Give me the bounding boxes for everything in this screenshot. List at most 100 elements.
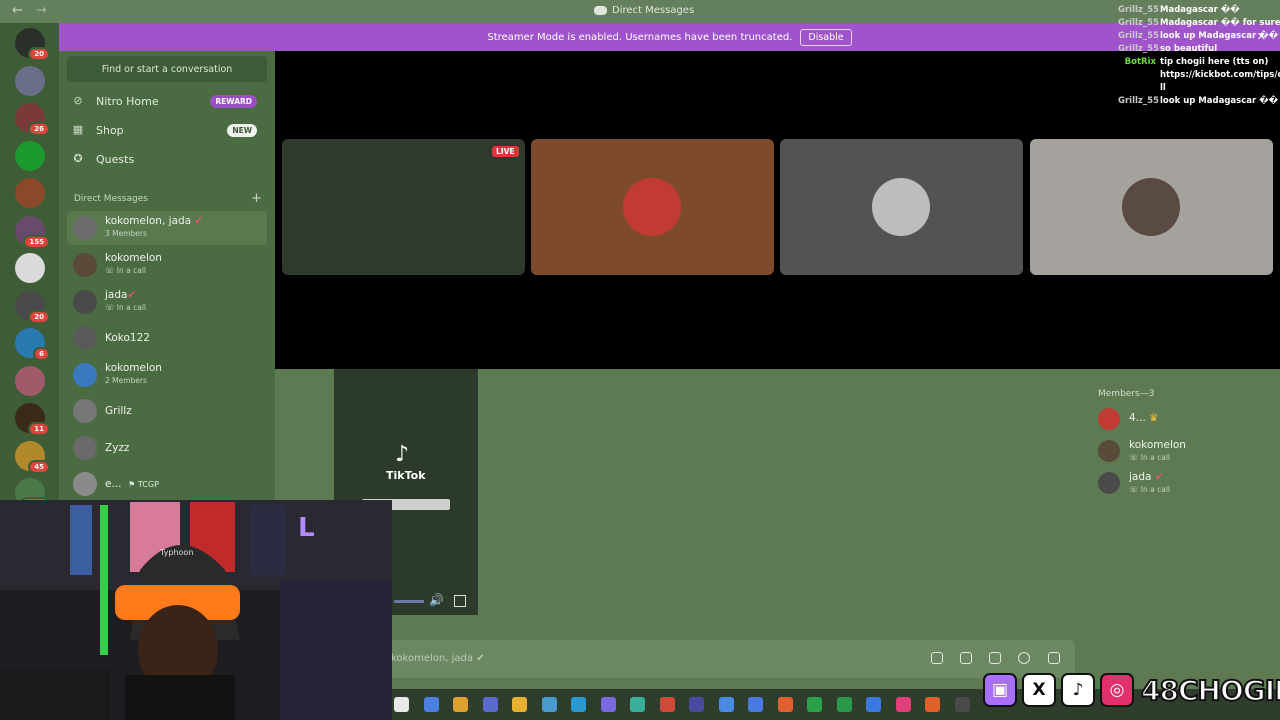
discord-home-icon[interactable]: 20	[15, 28, 50, 61]
taskbar-app-icon[interactable]	[482, 697, 498, 712]
taskbar-app-icon[interactable]	[689, 697, 704, 712]
chat-message: Grillz_55 so beautiful	[1118, 43, 1280, 56]
taskbar-app-icon[interactable]	[925, 697, 940, 712]
search-input[interactable]: Find or start a conversation	[67, 56, 267, 82]
taskbar-app-icon[interactable]	[453, 697, 468, 712]
dm-subtitle: 2 Members	[105, 376, 147, 385]
server-icon[interactable]: 6	[15, 328, 50, 361]
taskbar-app-icon[interactable]	[748, 697, 763, 712]
member-item[interactable]: kokomelon ☏ In a call	[1096, 437, 1256, 465]
gift-icon[interactable]	[931, 652, 943, 664]
dm-section-header: Direct Messages	[74, 194, 148, 204]
taskbar-app-icon[interactable]	[895, 697, 911, 712]
window-title-text: Direct Messages	[612, 5, 695, 16]
taskbar-app-icon[interactable]	[836, 697, 852, 712]
taskbar-app-icon[interactable]	[630, 697, 645, 712]
video-tile[interactable]	[282, 139, 525, 275]
sidebar-item-quests[interactable]: ✪ Quests	[71, 146, 261, 172]
avatar	[73, 290, 97, 314]
taskbar-app-icon[interactable]	[777, 697, 793, 712]
taskbar-app-icon[interactable]	[394, 697, 409, 712]
sticker-icon[interactable]	[989, 652, 1001, 664]
member-name: jada ✔	[1129, 471, 1164, 483]
dm-name: kokomelon	[105, 252, 162, 264]
dm-name: kokomelon	[105, 362, 162, 374]
discord-icon	[594, 6, 607, 15]
sidebar-item-label: Quests	[96, 152, 135, 166]
avatar	[73, 216, 97, 240]
new-badge: NEW	[227, 124, 257, 137]
back-arrow-icon[interactable]: ←	[12, 3, 23, 18]
avatar	[623, 178, 681, 236]
taskbar-app-icon[interactable]	[954, 697, 970, 712]
dm-item[interactable]: kokomelon ☏ In a call	[67, 248, 267, 282]
server-icon[interactable]	[15, 65, 45, 96]
fullscreen-icon[interactable]	[454, 595, 466, 607]
speaker-icon[interactable]: 🔊	[429, 593, 444, 607]
taskbar-app-icon[interactable]	[423, 697, 439, 712]
avatar	[1122, 178, 1180, 236]
dm-item[interactable]: kokomelon, jada ✔ 3 Members	[67, 211, 267, 245]
x-icon: X	[1022, 673, 1056, 707]
server-icon[interactable]: 45	[15, 440, 50, 474]
dm-item[interactable]: jada✔ ☏ In a call	[67, 285, 267, 319]
server-icon[interactable]	[15, 253, 45, 283]
create-dm-plus-icon[interactable]: +	[251, 191, 262, 206]
server-icon[interactable]	[15, 365, 45, 396]
message-placeholder: kokomelon, jada ✔	[391, 653, 485, 664]
dm-name: Grillz	[105, 405, 132, 417]
title-bar: ← → Direct Messages	[0, 0, 1280, 23]
notification-badge: 155	[23, 234, 50, 249]
notification-badge: 11	[28, 422, 50, 436]
chat-text: tip chogii here (tts on)	[1160, 57, 1269, 67]
dm-item[interactable]: kokomelon 2 Members	[67, 358, 267, 392]
server-icon[interactable]: 20	[15, 290, 50, 324]
dm-name: e... ⚑ TCGP	[105, 478, 159, 490]
avatar	[73, 472, 97, 496]
emoji-icon[interactable]	[1018, 652, 1030, 664]
member-item[interactable]: jada ✔ ☏ In a call	[1096, 469, 1256, 497]
taskbar-app-icon[interactable]	[600, 697, 616, 712]
webcam-feed: L Typhoon	[0, 500, 392, 720]
dm-item[interactable]: e... ⚑ TCGP	[67, 467, 267, 501]
dm-item[interactable]: Grillz	[67, 394, 267, 428]
video-tile[interactable]	[531, 139, 774, 275]
server-icon[interactable]	[15, 140, 45, 171]
member-status: ☏ In a call	[1129, 485, 1170, 494]
taskbar-app-icon[interactable]	[541, 697, 557, 712]
avatar	[1098, 472, 1120, 494]
dm-item[interactable]: Zyzz	[67, 431, 267, 465]
chat-text: https://kickbot.com/tips/ch	[1160, 70, 1280, 80]
chat-username: Grillz_55	[1118, 44, 1159, 54]
video-tile[interactable]	[1030, 139, 1273, 275]
dm-item[interactable]: Koko122	[67, 321, 267, 355]
taskbar-app-icon[interactable]	[512, 697, 527, 712]
server-icon[interactable]: 26	[15, 103, 50, 136]
taskbar-app-icon[interactable]	[659, 697, 675, 712]
volume-slider[interactable]	[394, 600, 424, 603]
video-tile[interactable]	[780, 139, 1023, 275]
notification-badge: 20	[28, 47, 50, 61]
sidebar-item-nitro-home[interactable]: ⊘ Nitro Home REWARD	[71, 88, 261, 114]
taskbar-app-icon[interactable]	[866, 697, 881, 712]
forward-arrow-icon[interactable]: →	[36, 3, 47, 18]
dm-name: Koko122	[105, 332, 150, 344]
taskbar-app-icon[interactable]	[807, 697, 822, 712]
server-icon[interactable]: 11	[15, 403, 50, 436]
disable-button[interactable]: Disable	[800, 28, 852, 46]
message-input[interactable]: kokomelon, jada ✔	[385, 640, 1075, 678]
members-header: Members—3	[1098, 389, 1155, 399]
server-icon[interactable]	[15, 178, 45, 208]
avatar	[73, 363, 97, 387]
banner-text: Streamer Mode is enabled. Usernames have…	[487, 31, 793, 43]
server-icon[interactable]: 155	[15, 215, 50, 249]
sidebar-item-shop[interactable]: ▦ Shop NEW	[71, 117, 261, 143]
taskbar-app-icon[interactable]	[571, 697, 586, 712]
notification-badge: 45	[28, 459, 50, 474]
window-title: Direct Messages	[594, 5, 694, 16]
gif-icon[interactable]	[960, 652, 972, 664]
member-item[interactable]: 4... ♛	[1096, 405, 1256, 433]
taskbar-app-icon[interactable]	[718, 697, 734, 712]
tiktok-icon: ♪	[395, 442, 410, 467]
apps-icon[interactable]	[1048, 652, 1060, 664]
